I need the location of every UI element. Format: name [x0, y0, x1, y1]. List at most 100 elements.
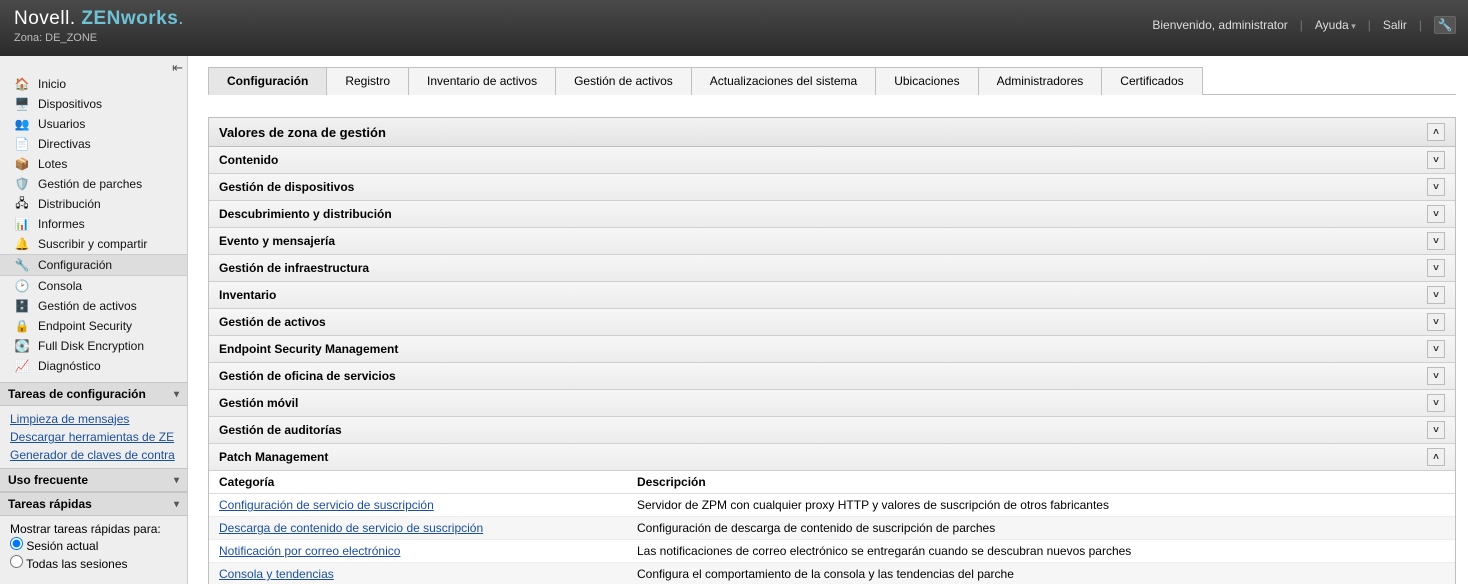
sidebar-item-dispositivos[interactable]: 🖥️Dispositivos	[0, 94, 187, 114]
accordion-label: Contenido	[219, 153, 278, 167]
quick-opt-current[interactable]: Sesión actual	[10, 536, 177, 554]
chevron-down-icon[interactable]: ˅	[1427, 340, 1445, 358]
table-row: Consola y tendencias Configura el comport…	[209, 563, 1455, 584]
description-cell: Configuración de descarga de contenido d…	[627, 517, 1455, 539]
chevron-up-icon[interactable]: ˄	[1427, 448, 1445, 466]
section-frequent[interactable]: Uso frecuente ▾	[0, 468, 187, 492]
chevron-down-icon[interactable]: ˅	[1427, 421, 1445, 439]
sidebar-item-gestión-de-activos[interactable]: 🗄️Gestión de activos	[0, 296, 187, 316]
tab-inventario-de-activos[interactable]: Inventario de activos	[408, 67, 556, 95]
help-menu[interactable]: Ayuda	[1315, 18, 1356, 32]
tab-certificados[interactable]: Certificados	[1101, 67, 1202, 95]
nav-icon: 📊	[14, 216, 30, 232]
config-task-link[interactable]: Limpieza de mensajes	[10, 410, 177, 428]
tab-administradores[interactable]: Administradores	[978, 67, 1103, 95]
chevron-down-icon[interactable]: ˅	[1427, 205, 1445, 223]
accordion-row[interactable]: Gestión de activos ˅	[209, 309, 1455, 336]
grid-col-description: Descripción	[627, 471, 1455, 493]
accordion-label: Inventario	[219, 288, 276, 302]
chevron-down-icon[interactable]: ˅	[1427, 178, 1445, 196]
section-frequent-label: Uso frecuente	[8, 473, 88, 487]
accordion-row[interactable]: Evento y mensajería ˅	[209, 228, 1455, 255]
table-row: Configuración de servicio de suscripción…	[209, 494, 1455, 517]
category-link[interactable]: Descarga de contenido de servicio de sus…	[219, 521, 483, 535]
sidebar-item-endpoint-security[interactable]: 🔒Endpoint Security	[0, 316, 187, 336]
collapse-up-icon[interactable]: ˄	[1427, 123, 1445, 141]
nav-icon: 👥	[14, 116, 30, 132]
logout-link[interactable]: Salir	[1383, 18, 1407, 32]
nav-label: Configuración	[38, 258, 112, 272]
tab-gestión-de-activos[interactable]: Gestión de activos	[555, 67, 692, 95]
sidebar-item-suscribir-y-compartir[interactable]: 🔔Suscribir y compartir	[0, 234, 187, 254]
accordion-row[interactable]: Patch Management˄	[209, 444, 1455, 471]
tab-configuración[interactable]: Configuración	[208, 67, 327, 95]
section-quick-tasks[interactable]: Tareas rápidas ▾	[0, 492, 187, 516]
sidebar-item-full-disk-encryption[interactable]: 💽 Full Disk Encryption	[0, 336, 187, 356]
nav-label: Suscribir y compartir	[38, 237, 147, 251]
chevron-down-icon[interactable]: ˅	[1427, 259, 1445, 277]
accordion-label: Gestión de activos	[219, 315, 326, 329]
settings-icon[interactable]: 🔧	[1434, 16, 1456, 34]
description-cell: Las notificaciones de correo electrónico…	[627, 540, 1455, 562]
nav-icon: 🏠	[14, 76, 30, 92]
chevron-down-icon[interactable]: ˅	[1427, 367, 1445, 385]
brand: Novell. ZENworks.	[14, 8, 184, 30]
section-config-label: Tareas de configuración	[8, 387, 146, 401]
chevron-down-icon[interactable]: ˅	[1427, 232, 1445, 250]
sidebar-item-inicio[interactable]: 🏠 Inicio	[0, 74, 187, 94]
accordion-label: Evento y mensajería	[219, 234, 335, 248]
app-header: Novell. ZENworks. Zona: DE_ZONE Bienveni…	[0, 0, 1468, 56]
category-link[interactable]: Configuración de servicio de suscripción	[219, 498, 434, 512]
accordion-label: Descubrimiento y distribución	[219, 207, 392, 221]
accordion-row[interactable]: Gestión de infraestructura˅	[209, 255, 1455, 282]
chevron-down-icon[interactable]: ˅	[1427, 151, 1445, 169]
section-config-tasks[interactable]: Tareas de configuración ▾	[0, 382, 187, 406]
zone-settings-panel: Valores de zona de gestión ˄ Contenido˅G…	[208, 117, 1456, 584]
config-task-link[interactable]: Descargar herramientas de ZE	[10, 428, 177, 446]
nav-label: Informes	[38, 217, 85, 231]
nav-icon: 📄	[14, 136, 30, 152]
sidebar-item-lotes[interactable]: 📦Lotes	[0, 154, 187, 174]
nav-icon: 💽	[14, 338, 30, 354]
quick-opt-all[interactable]: Todas las sesiones	[10, 554, 177, 572]
accordion-row[interactable]: Gestión de auditorías ˅	[209, 417, 1455, 444]
sidebar-item-configuración[interactable]: 🔧Configuración	[0, 254, 187, 276]
accordion-row[interactable]: Contenido ˅	[209, 147, 1455, 174]
category-link[interactable]: Notificación por correo electrónico	[219, 544, 400, 558]
config-task-link[interactable]: Generador de claves de contra	[10, 446, 177, 464]
panel-title-text: Valores de zona de gestión	[219, 125, 386, 140]
accordion-row[interactable]: Gestión móvil ˅	[209, 390, 1455, 417]
nav-label: Gestión de activos	[38, 299, 137, 313]
accordion-label: Gestión móvil	[219, 396, 298, 410]
sidebar-item-directivas[interactable]: 📄Directivas	[0, 134, 187, 154]
brand-novell: Novell	[14, 8, 70, 29]
sidebar-item-usuarios[interactable]: 👥Usuarios	[0, 114, 187, 134]
sidebar-item-diagnóstico[interactable]: 📈Diagnóstico	[0, 356, 187, 376]
chevron-down-icon: ▾	[174, 499, 179, 510]
accordion-label: Gestión de auditorías	[219, 423, 342, 437]
accordion-label: Endpoint Security Management	[219, 342, 398, 356]
accordion-row[interactable]: Endpoint Security Management ˅	[209, 336, 1455, 363]
chevron-down-icon[interactable]: ˅	[1427, 394, 1445, 412]
collapse-icon[interactable]: ⇤	[172, 60, 183, 76]
tab-actualizaciones-del-sistema[interactable]: Actualizaciones del sistema	[691, 67, 876, 95]
tab-registro[interactable]: Registro	[326, 67, 409, 95]
tab-ubicaciones[interactable]: Ubicaciones	[875, 67, 978, 95]
sidebar-item-gestión-de-parches[interactable]: 🛡️Gestión de parches	[0, 174, 187, 194]
nav-icon: 🖧	[14, 196, 30, 212]
sidebar-item-distribución[interactable]: 🖧Distribución	[0, 194, 187, 214]
zone-label: Zona: DE_ZONE	[14, 32, 184, 44]
accordion-row[interactable]: Gestión de dispositivos˅	[209, 174, 1455, 201]
accordion-row[interactable]: Gestión de oficina de servicios˅	[209, 363, 1455, 390]
sidebar-item-informes[interactable]: 📊 Informes	[0, 214, 187, 234]
accordion-row[interactable]: Descubrimiento y distribución ˅	[209, 201, 1455, 228]
description-cell: Configura el comportamiento de la consol…	[627, 563, 1455, 584]
table-row: Descarga de contenido de servicio de sus…	[209, 517, 1455, 540]
nav-label: Inicio	[38, 77, 66, 91]
accordion-row[interactable]: Inventario ˅	[209, 282, 1455, 309]
category-link[interactable]: Consola y tendencias	[219, 567, 334, 581]
nav-label: Full Disk Encryption	[38, 339, 144, 353]
sidebar-item-consola[interactable]: 🕑Consola	[0, 276, 187, 296]
chevron-down-icon[interactable]: ˅	[1427, 286, 1445, 304]
chevron-down-icon[interactable]: ˅	[1427, 313, 1445, 331]
